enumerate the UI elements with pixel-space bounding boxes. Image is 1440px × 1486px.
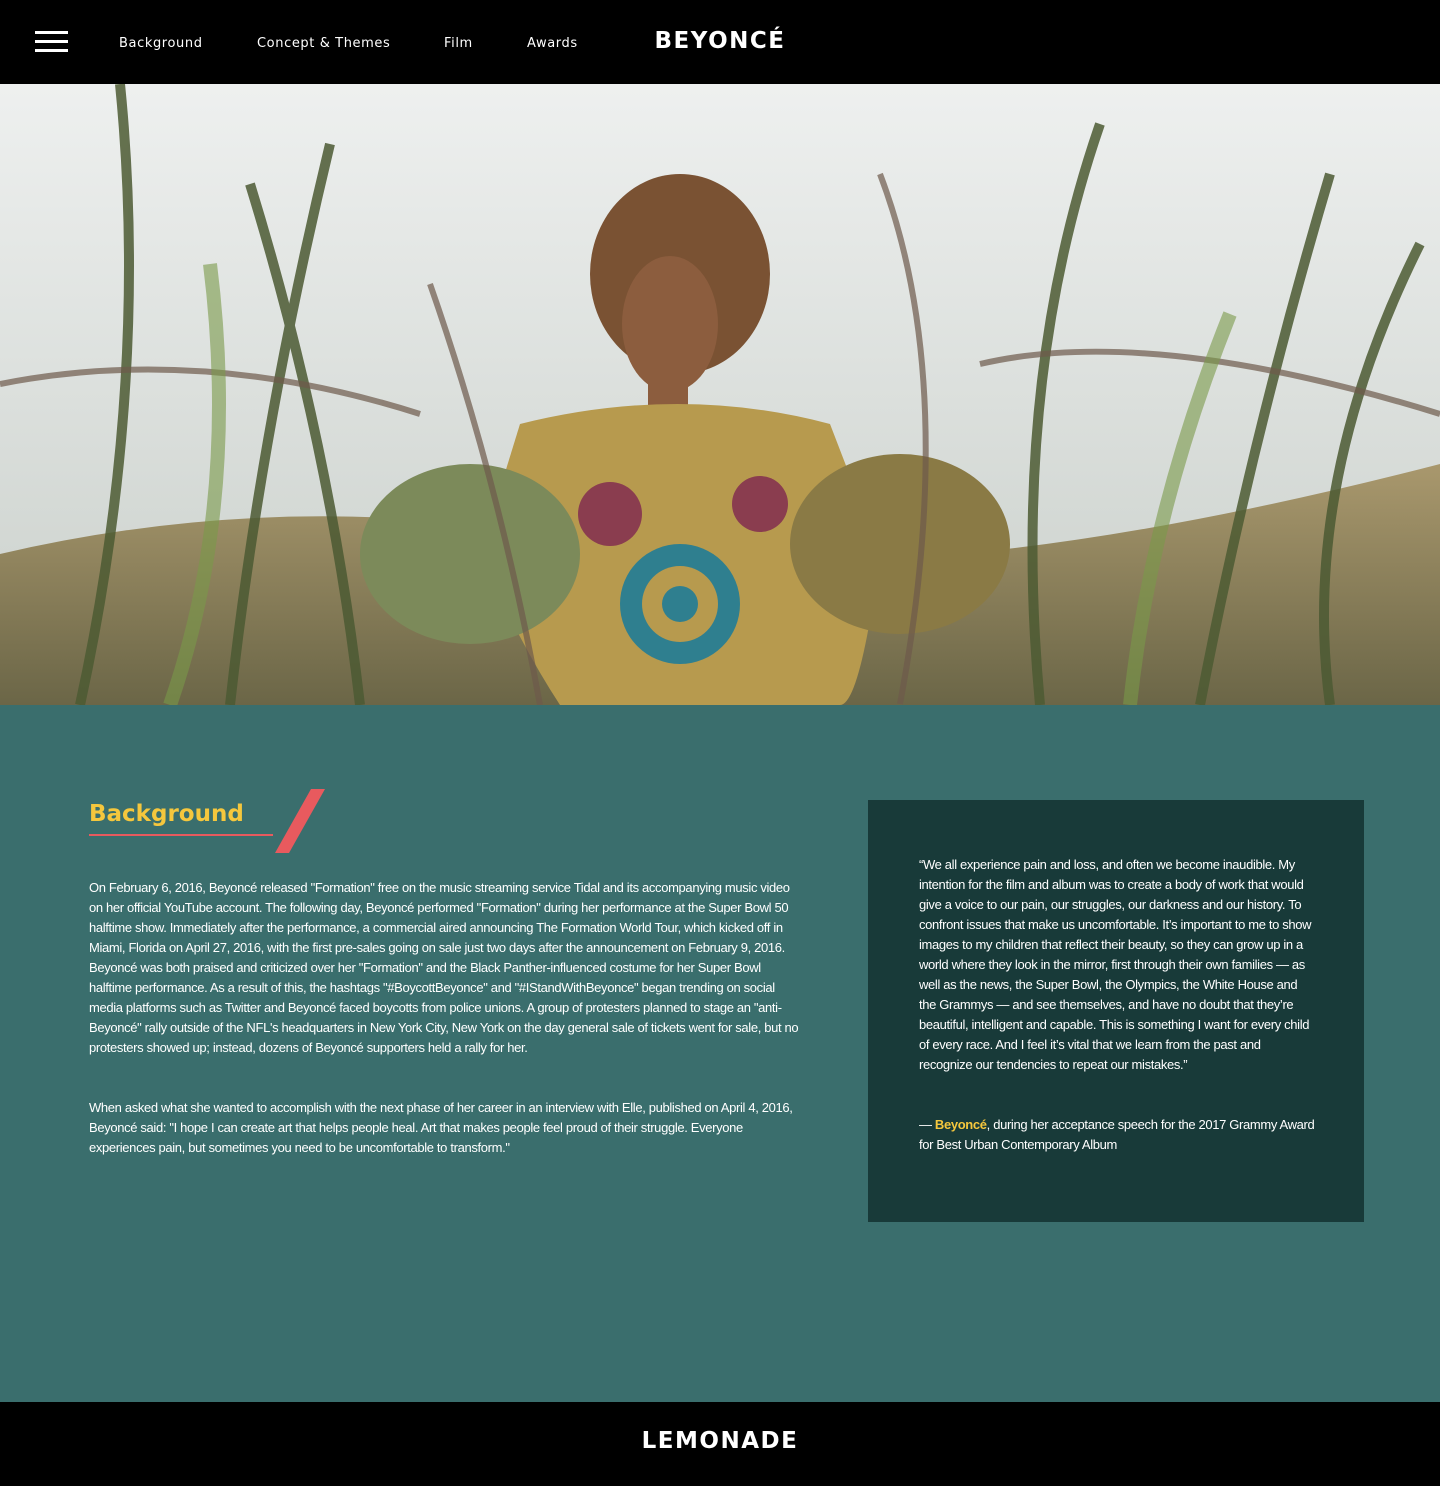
background-section: Background On February 6, 2016, Beyoncé … — [0, 705, 1440, 1402]
heading-underline — [89, 834, 273, 836]
top-navigation: Background Concept & Themes Film Awards … — [0, 0, 1440, 84]
hero-image — [0, 84, 1440, 705]
nav-link-background[interactable]: Background — [119, 36, 203, 51]
slash-accent-icon — [275, 789, 325, 853]
section-heading-group: Background — [89, 789, 329, 859]
nav-link-concept-themes[interactable]: Concept & Themes — [257, 36, 390, 51]
brand-logo[interactable]: BEYONCÉ — [640, 28, 800, 54]
quote-author: Beyoncé — [934, 1117, 987, 1132]
quote-box: “We all experience pain and loss, and of… — [868, 800, 1364, 1222]
section-heading: Background — [89, 801, 244, 827]
hamburger-menu-icon[interactable] — [35, 31, 68, 53]
nav-link-film[interactable]: Film — [444, 36, 473, 51]
background-paragraph-1: On February 6, 2016, Beyoncé released "F… — [89, 880, 799, 1055]
quote-dash: — — [919, 1117, 935, 1132]
footer: LEMONADE — [0, 1402, 1440, 1486]
footer-logo[interactable]: LEMONADE — [600, 1428, 840, 1454]
quote-attribution: — Beyoncé, during her acceptance speech … — [919, 1115, 1315, 1155]
quote-text: “We all experience pain and loss, and of… — [919, 857, 1312, 1072]
nav-link-awards[interactable]: Awards — [527, 36, 578, 51]
background-paragraph-2: When asked what she wanted to accomplish… — [89, 1100, 793, 1155]
hero-photo — [0, 84, 1440, 705]
